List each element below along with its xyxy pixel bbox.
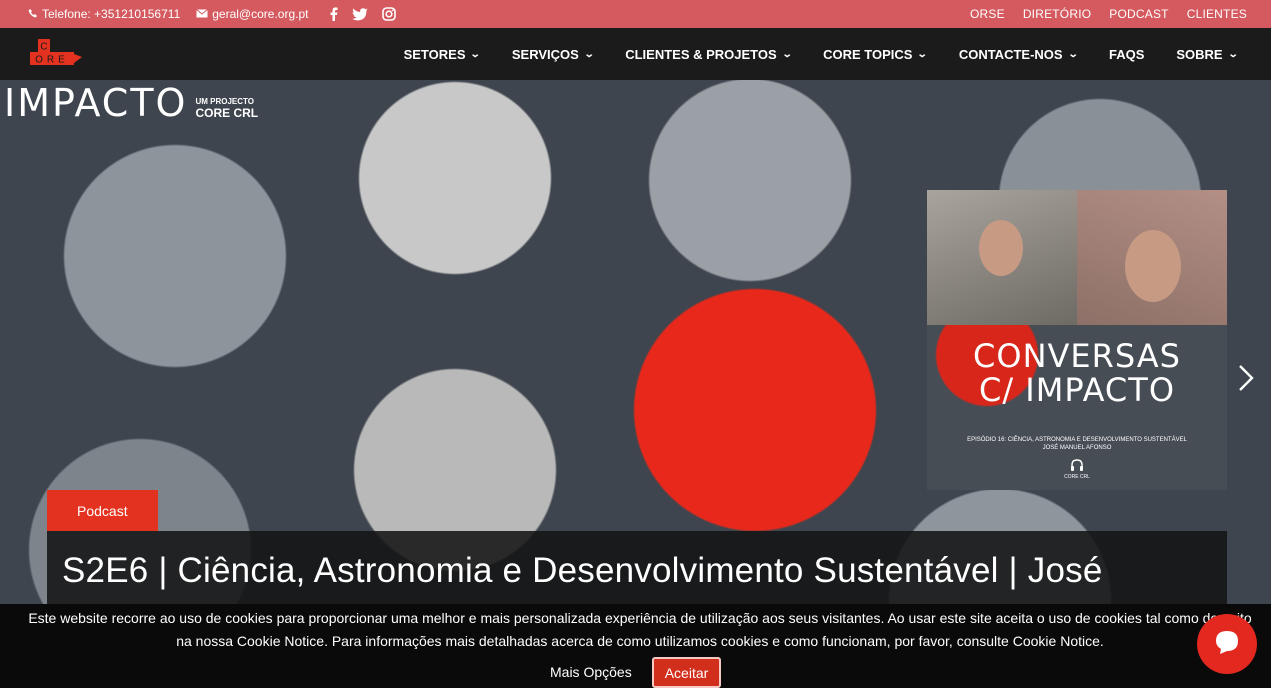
chevron-right-icon[interactable] (1236, 362, 1256, 394)
thumbnail-subtitle: EPISÓDIO 16: CIÊNCIA, ASTRONOMIA E DESEN… (957, 436, 1197, 453)
nav-item-core-topics[interactable]: CORE TOPICS ⌄ (823, 46, 929, 62)
chevron-down-icon: ⌄ (917, 48, 929, 60)
thumbnail-title-line-2: C/ IMPACTO (979, 370, 1175, 409)
brand-subtitle: UM PROJECTO CORE CRL (195, 97, 259, 122)
nav-item-contacte-nos[interactable]: CONTACTE-NOS ⌄ (958, 46, 1079, 62)
brand-subtitle-line-2: CORE CRL (195, 105, 259, 120)
svg-text:ORE: ORE (35, 55, 69, 66)
facebook-icon[interactable] (330, 7, 338, 21)
brand-subtitle-line-1: UM PROJECTO (195, 97, 254, 107)
chevron-down-icon: ⌄ (583, 48, 595, 60)
twitter-icon[interactable] (352, 7, 369, 21)
chevron-down-icon: ⌄ (781, 48, 793, 60)
nav-label: SETORES (403, 46, 466, 62)
top-link-podcast[interactable]: PODCAST (1109, 7, 1168, 21)
nav-label: FAQS (1108, 46, 1145, 62)
envelope-icon (196, 7, 209, 21)
phone-link[interactable]: Telefone: +351210156711 (28, 7, 180, 21)
thumbnail-title-line-1: CONVERSAS (973, 337, 1181, 375)
nav-label: CLIENTES & PROJETOS (625, 46, 777, 62)
nav-label: SOBRE (1176, 46, 1223, 62)
nav-label: SERVIÇOS (511, 46, 579, 62)
thumbnail-subtitle-line-2: JOSÉ MANUEL AFONSO (1042, 445, 1112, 452)
cookie-banner: Este website recorre ao uso de cookies p… (0, 604, 1271, 688)
thumbnail-brand: CORE CRL (1064, 474, 1090, 480)
nav-label: CONTACTE-NOS (958, 46, 1063, 62)
top-bar: Telefone: +351210156711 geral@core.org.p… (0, 0, 1271, 28)
svg-text:C: C (40, 42, 47, 53)
nav-item-setores[interactable]: SETORES ⌄ (403, 46, 482, 62)
chevron-down-icon: ⌄ (470, 48, 482, 60)
email-text: geral@core.org.pt (212, 7, 309, 21)
phone-text: Telefone: +351210156711 (42, 7, 181, 21)
nav-item-servicos[interactable]: SERVIÇOS ⌄ (511, 46, 595, 62)
top-link-clientes[interactable]: CLIENTES (1187, 7, 1247, 21)
cookie-text: Este website recorre ao uso de cookies p… (28, 610, 1252, 649)
category-badge[interactable]: Podcast (47, 490, 158, 531)
nav-item-faqs[interactable]: FAQS (1109, 47, 1144, 62)
nav-item-sobre[interactable]: SOBRE ⌄ (1176, 46, 1239, 62)
thumbnail-title: CONVERSAS C/ IMPACTO (927, 337, 1227, 409)
thumbnail-subtitle-line-1: EPISÓDIO 16: CIÊNCIA, ASTRONOMIA E DESEN… (967, 437, 1187, 443)
top-link-diretorio[interactable]: DIRETÓRIO (1023, 7, 1091, 21)
instagram-icon[interactable] (382, 7, 397, 21)
top-link-orse[interactable]: ORSE (970, 7, 1005, 21)
post-title[interactable]: S2E6 | Ciência, Astronomia e Desenvolvim… (62, 551, 1103, 591)
nav-label: CORE TOPICS (823, 46, 913, 62)
headphones-icon (1070, 458, 1084, 472)
guest-photo-right (1077, 190, 1227, 325)
guest-photo-left (927, 190, 1077, 325)
nav-item-clientes-projetos[interactable]: CLIENTES & PROJETOS ⌄ (625, 46, 793, 62)
hero-slider: IMPACTO UM PROJECTO CORE CRL CONVERSAS C… (0, 80, 1271, 688)
main-navigation: C ORE SETORES ⌄ SERVIÇOS ⌄ CLIENTES & PROJ… (0, 28, 1271, 80)
accept-button[interactable]: Aceitar (652, 657, 721, 688)
chat-button[interactable] (1197, 614, 1257, 674)
brand-title: IMPACTO (4, 81, 188, 125)
chat-bubble-icon (1213, 628, 1241, 661)
core-logo[interactable]: C ORE (30, 39, 84, 69)
chevron-down-icon: ⌄ (1067, 48, 1079, 60)
chevron-down-icon: ⌄ (1227, 48, 1239, 60)
more-options-link[interactable]: Mais Opções (550, 664, 632, 680)
phone-icon (28, 7, 38, 21)
episode-thumbnail[interactable]: CONVERSAS C/ IMPACTO EPISÓDIO 16: CIÊNCI… (927, 190, 1227, 490)
email-link[interactable]: geral@core.org.pt (196, 7, 308, 21)
impacto-brand: IMPACTO UM PROJECTO CORE CRL (4, 84, 258, 122)
